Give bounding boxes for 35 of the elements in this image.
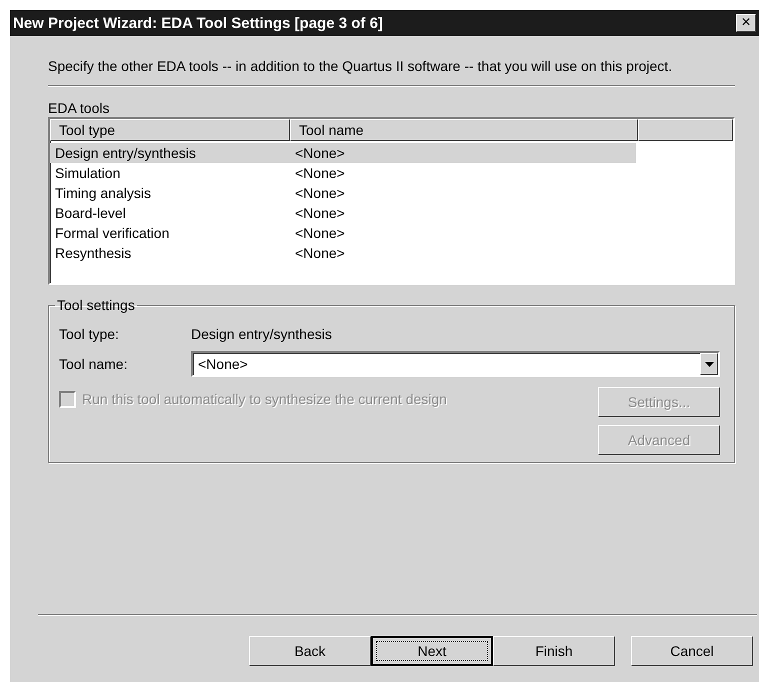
tool-name-cell-text: <None> <box>294 164 346 183</box>
tool-name-cell-text: <None> <box>294 184 346 203</box>
field-label: Tool type: <box>59 326 120 342</box>
tool-type-cell-text: Board-level <box>54 204 127 223</box>
group-title: Tool settings <box>56 297 136 313</box>
tool-type-value: Design entry/synthesis <box>191 326 332 342</box>
list-row[interactable]: Design entry/synthesis <None> <box>50 143 636 163</box>
dropdown-arrow-icon <box>704 362 714 366</box>
column-header[interactable]: Tool name <box>290 119 638 141</box>
checkbox-label: Run this tool automatically to synthesize the current design <box>82 391 447 407</box>
tool-name-cell-text: <None> <box>294 224 346 243</box>
tool-type-cell-text: Formal verification <box>54 224 170 243</box>
tool-type-cell-text: Timing analysis <box>54 184 152 203</box>
wizard-button[interactable]: Cancel <box>631 636 753 666</box>
field-label: Tool name: <box>59 356 128 372</box>
list-row[interactable]: Timing analysis <None> <box>50 183 636 203</box>
tool-type-cell-text: Design entry/synthesis <box>54 144 197 163</box>
list-row[interactable]: Board-level <None> <box>50 203 636 223</box>
column-header[interactable]: Tool type <box>50 119 290 141</box>
close-button[interactable]: × <box>736 14 756 32</box>
tool-name-cell-text: <None> <box>294 244 346 263</box>
wizard-button[interactable]: Back <box>249 636 371 666</box>
tool-type-cell-text: Simulation <box>54 164 122 183</box>
instructions-text: Specify the other EDA tools -- in addition to the Quartus II software -- that you will use on this project. <box>48 58 674 75</box>
tool-name-cell-text: <None> <box>294 144 346 163</box>
tool-type-cell-text: Resynthesis <box>54 244 132 263</box>
window-title: New Project Wizard: EDA Tool Settings [page 3 of 6] <box>13 14 383 32</box>
list-row[interactable]: Resynthesis <None> <box>50 243 636 263</box>
tool-name-dropdown[interactable]: <None> <box>191 351 720 377</box>
list-row[interactable]: Formal verification <None> <box>50 223 636 243</box>
wizard-button[interactable]: Finish <box>493 636 615 666</box>
list-row[interactable]: Simulation <None> <box>50 163 636 183</box>
wizard-button[interactable]: Next <box>371 636 493 666</box>
section-label: EDA tools <box>48 99 110 117</box>
tool-name-cell-text: <None> <box>294 204 346 223</box>
